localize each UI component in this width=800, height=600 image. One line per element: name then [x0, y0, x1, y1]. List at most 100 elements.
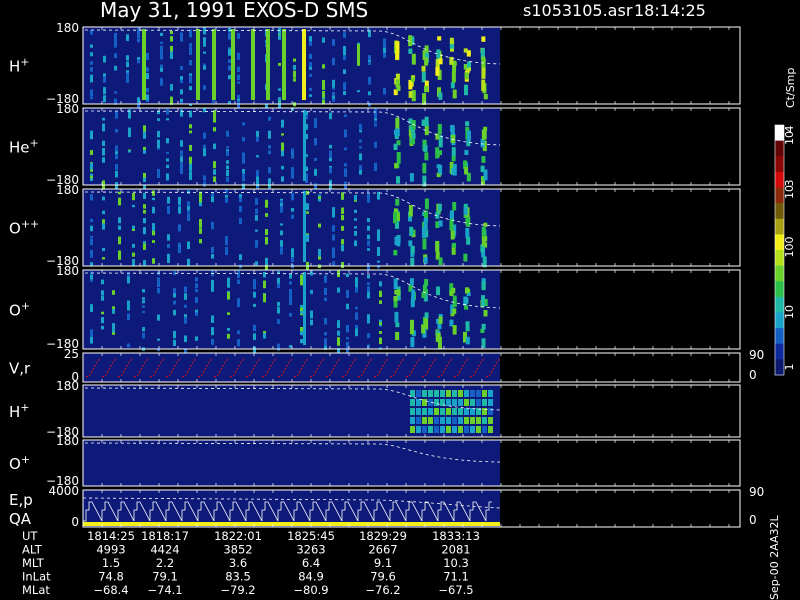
footer-value: 4993 [96, 543, 125, 557]
panel-background [83, 440, 500, 486]
heatmap-cell [226, 160, 229, 164]
heatmap-cell [187, 209, 190, 213]
heatmap-cell [410, 408, 415, 415]
heatmap-cell [263, 333, 266, 339]
heatmap-cell [180, 36, 183, 42]
heatmap-cell [343, 90, 346, 96]
heatmap-cell [452, 426, 457, 433]
heatmap-cell [309, 94, 312, 97]
heatmap-cell [466, 50, 471, 55]
heatmap-cell [449, 43, 454, 49]
heatmap-cell [374, 120, 377, 123]
heatmap-cell [374, 123, 377, 127]
heatmap-cell [226, 165, 229, 170]
heatmap-cell [359, 169, 362, 175]
heatmap-cell [173, 342, 176, 345]
heatmap-cell [409, 226, 414, 236]
heatmap-cell [306, 203, 309, 210]
heatmap-cell [137, 59, 140, 64]
heatmap-cell [368, 62, 371, 66]
heatmap-cell [132, 192, 135, 201]
header-time: 18:14:25 [634, 1, 706, 20]
heatmap-cell [318, 252, 321, 258]
heatmap-cell [465, 321, 470, 331]
heatmap-cell [416, 390, 421, 397]
heatmap-cell [424, 57, 429, 66]
heatmap-cell [410, 417, 415, 424]
heatmap-cell [458, 408, 463, 415]
heatmap-cell [332, 95, 335, 99]
heatmap-cell [293, 73, 296, 76]
heatmap-cell [440, 426, 445, 433]
heatmap-cell [227, 292, 230, 300]
heatmap-cell [142, 332, 145, 339]
heatmap-cell [189, 59, 192, 66]
heatmap-cell [341, 262, 344, 268]
heatmap-cell [488, 399, 493, 406]
footer-value: 4424 [150, 543, 179, 557]
heatmap-cell [255, 229, 258, 232]
heatmap-cell [102, 196, 105, 201]
heatmap-cell [114, 40, 117, 48]
heatmap-cell [211, 285, 214, 292]
heatmap-cell [337, 330, 340, 336]
y-max-label: 180 [56, 21, 79, 35]
heatmap-cell [213, 143, 216, 150]
heatmap-cell [211, 327, 214, 336]
heatmap-cell [166, 151, 169, 154]
heatmap-cell [166, 158, 169, 162]
heatmap-cell [102, 148, 105, 156]
heatmap-cell [410, 257, 415, 266]
heatmap-cell [281, 119, 284, 128]
heatmap-cell [458, 390, 463, 397]
heatmap-cell [449, 290, 454, 297]
heatmap-cell [195, 283, 198, 287]
heatmap-cell [203, 85, 206, 90]
heatmap-cell [237, 33, 240, 39]
heatmap-cell [90, 194, 93, 201]
heatmap-cell [146, 67, 149, 72]
colorbar-segment [775, 265, 784, 282]
heatmap-cell [226, 130, 229, 137]
heatmap-cell [160, 67, 163, 72]
heatmap-cell [115, 110, 118, 119]
heatmap-cell [423, 217, 428, 230]
heatmap-cell [263, 293, 266, 300]
side-label: Sep-00 2AA32L [768, 514, 781, 600]
heatmap-cell [394, 311, 399, 323]
heatmap-cell [464, 72, 469, 80]
heatmap-cell [203, 132, 206, 139]
heatmap-cell [393, 249, 398, 256]
heatmap-cell [127, 313, 130, 321]
heatmap-cell [480, 139, 485, 148]
y-max-label: 180 [56, 264, 79, 278]
heatmap-cell [291, 171, 294, 179]
heatmap-cell [132, 225, 135, 229]
heatmap-cell [359, 139, 362, 143]
heatmap-cell [102, 257, 105, 260]
heatmap-cell [103, 76, 106, 83]
heatmap-cell [203, 37, 206, 45]
heatmap-cell [225, 236, 228, 244]
heatmap-cell [393, 278, 398, 290]
heatmap-cell [90, 175, 93, 179]
heatmap-cell [157, 287, 160, 294]
heatmap-cell [143, 227, 146, 235]
heatmap-cell [278, 102, 281, 109]
heatmap-cell [436, 332, 441, 340]
heatmap-cell [237, 298, 240, 305]
footer-value: 79.6 [370, 570, 396, 584]
heatmap-cell [322, 90, 325, 98]
footer-value: 2.2 [156, 556, 174, 570]
heatmap-cell [322, 79, 325, 86]
heatmap-cell [314, 118, 317, 126]
heatmap-cell [428, 426, 433, 433]
heatmap-cell [255, 261, 258, 266]
heatmap-cell [354, 230, 357, 236]
heatmap-cell [367, 344, 370, 349]
heatmap-cell [157, 118, 160, 121]
heatmap-cell [170, 51, 173, 59]
heatmap-cell [226, 146, 229, 149]
heatmap-streak [303, 272, 306, 345]
heatmap-cell [237, 66, 240, 73]
